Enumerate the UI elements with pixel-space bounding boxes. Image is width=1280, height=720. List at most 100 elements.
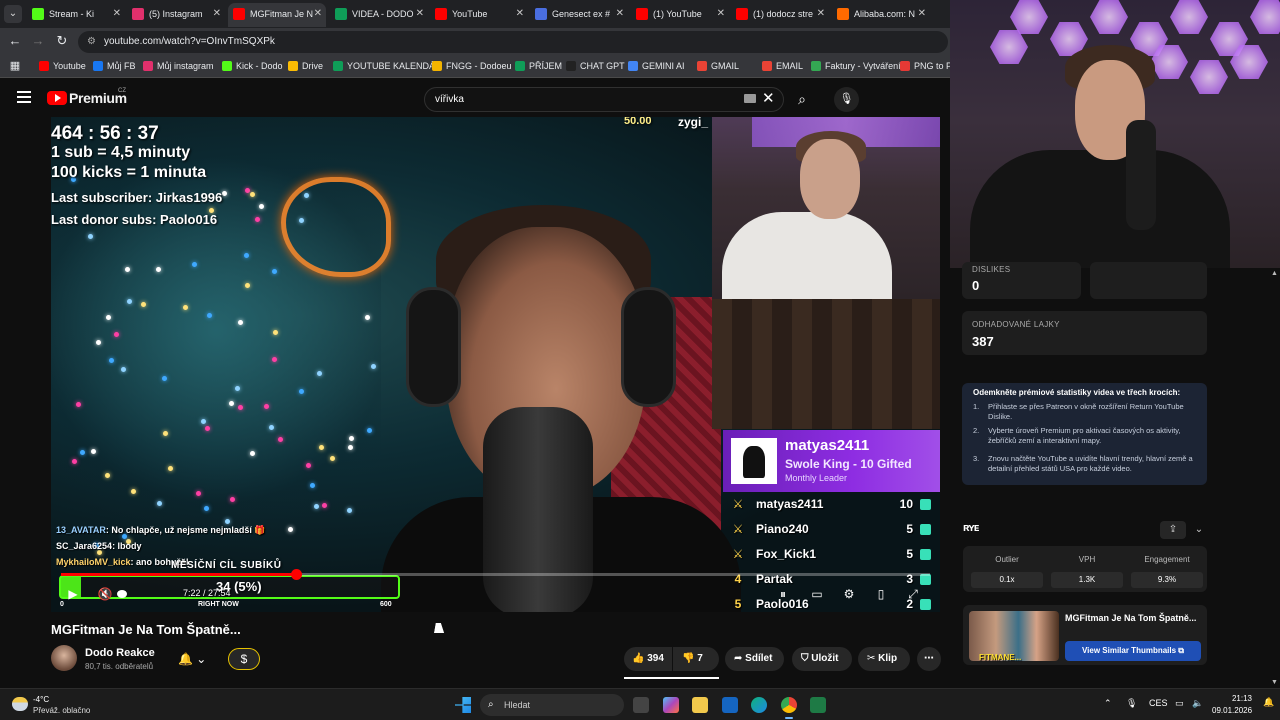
back-icon[interactable]: ← (7, 33, 23, 49)
tray-overflow-icon[interactable]: ⌃ (1104, 698, 1112, 709)
save-button[interactable]: ⛉ Uložit (792, 647, 852, 671)
tab-close-icon[interactable]: ✕ (213, 3, 221, 25)
step-number: 1. (973, 402, 980, 411)
channel-avatar[interactable] (51, 645, 77, 671)
copilot-icon[interactable] (663, 697, 679, 713)
tab-close-icon[interactable]: ✕ (113, 3, 121, 25)
settings-icon[interactable]: ⚙ (841, 586, 857, 602)
youtube-logo-icon[interactable] (47, 91, 67, 105)
tree-light (140, 301, 146, 307)
tab-close-icon[interactable]: ✕ (516, 3, 524, 25)
mute-icon[interactable]: 🔇 (97, 586, 113, 602)
browser-tab[interactable]: (1) dodocz stre ✕ (731, 3, 829, 27)
bookmark-item[interactable]: Můj instagram (143, 59, 214, 73)
bookmark-item[interactable]: Youtube (39, 59, 86, 73)
browser-tab[interactable]: (1) YouTube ✕ (631, 3, 729, 27)
leader-avatar (731, 438, 777, 484)
scroll-down-icon[interactable]: ▼ (1271, 679, 1278, 686)
weather-icon[interactable] (12, 697, 28, 711)
taskbar-search[interactable]: ⌕ Hledat (480, 694, 624, 716)
video-thumbnail[interactable]: FITMANE... (969, 611, 1059, 662)
volume-knob[interactable] (117, 590, 127, 598)
site-info-icon[interactable]: ⚙ (87, 31, 96, 53)
play-icon[interactable]: ▶ (65, 586, 81, 602)
weather-temperature[interactable]: -4°C (33, 695, 49, 704)
bookmark-item[interactable]: GEMINI AI (628, 59, 685, 73)
task-view-icon[interactable] (633, 697, 649, 713)
weather-description[interactable]: Převáž. oblačno (33, 706, 90, 715)
tab-close-icon[interactable]: ✕ (717, 3, 725, 25)
outlook-icon[interactable] (722, 697, 738, 713)
keyboard-icon[interactable] (744, 94, 756, 103)
browser-tab[interactable]: Alibaba.com: N ✕ (832, 3, 930, 27)
menu-icon[interactable] (17, 91, 31, 103)
bookmark-item[interactable]: Faktury - Vytváření (811, 59, 901, 73)
input-language[interactable]: CES (1149, 698, 1168, 708)
reload-icon[interactable]: ↻ (54, 33, 70, 49)
apps-grid-icon[interactable]: ▦ (7, 58, 23, 74)
network-icon[interactable]: ▭ (1175, 698, 1184, 709)
dislike-button[interactable]: 👎 7 (673, 647, 719, 671)
bookmark-item[interactable]: Můj FB (93, 59, 136, 73)
theater-mode-icon[interactable]: ▯ (873, 586, 889, 602)
bookmark-item[interactable]: CHAT GPT (566, 59, 625, 73)
browser-tab[interactable]: VIDEA - DODO ✕ (330, 3, 428, 27)
volume-icon[interactable]: 🔈 (1192, 698, 1203, 709)
tab-close-icon[interactable]: ✕ (616, 3, 624, 25)
share-button[interactable]: ➦ Sdílet (725, 647, 784, 671)
bookmark-item[interactable]: FNGG - Dodoeu (432, 59, 512, 73)
subtitles-icon[interactable]: ▭ (809, 586, 825, 602)
file-explorer-icon[interactable] (692, 697, 708, 713)
progress-scrubber[interactable] (290, 569, 302, 580)
more-actions-button[interactable]: ⋯ (917, 647, 941, 671)
browser-tab[interactable]: Genesect ex # ✕ (530, 3, 628, 27)
tab-close-icon[interactable]: ✕ (314, 3, 322, 25)
browser-tab[interactable]: YouTube ✕ (430, 3, 528, 27)
bookmark-label: GMAIL (711, 61, 740, 71)
export-icon[interactable]: ⇪ (1160, 521, 1186, 539)
browser-tab[interactable]: Stream - Ki ✕ (27, 3, 125, 27)
browser-tab[interactable]: MGFitman Je N ✕ (228, 3, 326, 27)
tab-close-icon[interactable]: ✕ (817, 3, 825, 25)
video-player[interactable]: 464 : 56 : 37 1 sub = 4,5 minuty 100 kic… (51, 117, 940, 612)
excel-icon[interactable] (810, 697, 826, 713)
progress-bar[interactable] (61, 569, 930, 580)
voice-search-button[interactable]: 🎙 (834, 87, 859, 112)
view-similar-thumbnails-button[interactable]: View Similar Thumbnails ⧉ (1065, 641, 1201, 661)
scroll-up-icon[interactable]: ▲ (1271, 270, 1278, 277)
fullscreen-icon[interactable]: ⤢ (905, 586, 921, 602)
clear-search-icon[interactable]: ✕ (762, 89, 775, 107)
bookmark-item[interactable]: PŘÍJEM (515, 59, 562, 73)
clock-date[interactable]: 09.01.2026 (1212, 706, 1252, 715)
address-bar[interactable]: ⚙ youtube.com/watch?v=OInvTmSQXPk (78, 31, 948, 53)
browser-tab[interactable]: (5) Instagram ✕ (127, 3, 225, 27)
bookmark-item[interactable]: EMAIL (762, 59, 803, 73)
collapse-chevron-icon[interactable]: ⌄ (1192, 521, 1206, 539)
chrome-icon[interactable] (781, 697, 797, 713)
bookmark-item[interactable]: Drive (288, 59, 323, 73)
hexagon-light (990, 30, 1028, 64)
autoplay-icon[interactable]: ⏸ (775, 586, 791, 602)
tree-light (243, 252, 249, 258)
clip-button[interactable]: ✂ Klip (858, 647, 910, 671)
channel-name[interactable]: Dodo Reakce (85, 647, 155, 659)
join-button[interactable]: $ (228, 648, 260, 670)
forward-icon[interactable]: → (30, 33, 46, 49)
like-button[interactable]: 👍 394 (624, 647, 672, 671)
notifications-icon[interactable]: 🔔 (1263, 697, 1274, 708)
notification-bell-button[interactable]: 🔔 ⌄ (170, 648, 222, 670)
tab-close-icon[interactable]: ✕ (918, 3, 926, 25)
mic-tray-icon[interactable]: 🎙 (1126, 698, 1137, 709)
tab-close-icon[interactable]: ✕ (416, 3, 424, 25)
search-input[interactable]: vířivka (424, 87, 784, 112)
bookmark-favicon-icon (628, 61, 638, 71)
edge-icon[interactable] (751, 697, 767, 713)
clock-time[interactable]: 21:13 (1230, 694, 1252, 703)
tab-search-button[interactable]: ⌄ (4, 5, 22, 23)
windows-start-icon[interactable] (455, 697, 471, 713)
bookmark-item[interactable]: GMAIL (697, 59, 739, 73)
bookmark-item[interactable]: YOUTUBE KALENDÁŘ (333, 59, 442, 73)
search-button[interactable]: ⌕ (786, 87, 818, 112)
leaderboard-count: 10 (899, 497, 913, 511)
bookmark-item[interactable]: Kick - Dodo (222, 59, 283, 73)
